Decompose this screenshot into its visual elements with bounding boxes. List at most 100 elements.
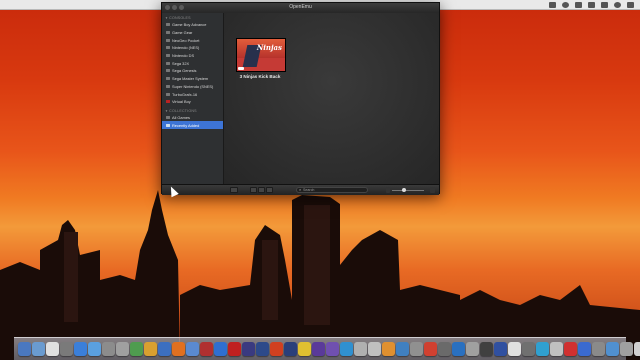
collections-section-header[interactable]: ▼ COLLECTIONS (165, 109, 223, 113)
game-title[interactable]: 3 Ninjas Kick Back (228, 74, 292, 79)
snes-icon (166, 84, 170, 88)
dock-app-icon[interactable] (18, 342, 31, 356)
dock-app-icon[interactable] (172, 342, 185, 356)
dock-app-icon[interactable] (242, 342, 255, 356)
32x-icon (166, 61, 170, 65)
dock-app-icon[interactable] (102, 342, 115, 356)
add-button[interactable] (230, 187, 238, 193)
status-menu-icon[interactable] (549, 1, 556, 8)
recent-icon (166, 123, 170, 127)
dock-app-icon[interactable] (326, 342, 339, 356)
battery-icon[interactable] (588, 1, 595, 8)
disclosure-triangle-icon: ▼ (165, 108, 169, 113)
search-input[interactable]: ⌕ Search (296, 187, 368, 193)
sidebar-item-32x[interactable]: Sega 32X (162, 59, 223, 67)
dock-app-icon[interactable] (480, 342, 493, 356)
dock-app-icon[interactable] (634, 342, 640, 356)
dock-app-icon[interactable] (186, 342, 199, 356)
dock-app-icon[interactable] (522, 342, 535, 356)
game-boxart[interactable]: Ninjas (236, 38, 286, 72)
dock-app-icon[interactable] (200, 342, 213, 356)
nes-icon (166, 46, 170, 50)
dock-app-icon[interactable] (228, 342, 241, 356)
gba-icon (166, 23, 170, 27)
sidebar-item-snes[interactable]: Super Nintendo (SNES) (162, 83, 223, 91)
dock-app-icon[interactable] (382, 342, 395, 356)
dock-app-icon[interactable] (620, 342, 633, 356)
sidebar: ▼ CONSOLES Game Boy Advance Game Gear Ne… (162, 13, 224, 184)
genesis-icon (166, 69, 170, 73)
game-library-grid: Ninjas 3 Ninjas Kick Back (224, 13, 439, 184)
dock-app-icon[interactable] (396, 342, 409, 356)
clock-icon[interactable] (601, 1, 608, 8)
zoom-in-icon[interactable] (430, 187, 435, 193)
dock-app-icon[interactable] (32, 342, 45, 356)
dock-app-icon[interactable] (60, 342, 73, 356)
virtualboy-icon (166, 100, 170, 104)
sidebar-item-neogeo-pocket[interactable]: NeoGeo Pocket (162, 36, 223, 44)
gamegear-icon (166, 31, 170, 35)
bottom-toolbar: ⌕ Search (162, 184, 439, 195)
dock-app-icon[interactable] (368, 342, 381, 356)
dock-app-icon[interactable] (494, 342, 507, 356)
list-view-icon[interactable] (266, 187, 273, 193)
dock-app-icon[interactable] (564, 342, 577, 356)
all-games-icon (166, 115, 170, 119)
dock-app-icon[interactable] (284, 342, 297, 356)
sidebar-item-gamegear[interactable]: Game Gear (162, 29, 223, 37)
spotlight-icon[interactable] (614, 1, 621, 8)
dock-app-icon[interactable] (256, 342, 269, 356)
dock-app-icon[interactable] (312, 342, 325, 356)
dock-app-icon[interactable] (88, 342, 101, 356)
dock-app-icon[interactable] (438, 342, 451, 356)
dock-app-icon[interactable] (466, 342, 479, 356)
dock-app-icon[interactable] (452, 342, 465, 356)
sidebar-item-turbografx[interactable]: TurboGrafx-16 (162, 90, 223, 98)
sidebar-item-virtual-boy[interactable]: Virtual Boy (162, 98, 223, 106)
dock-app-icon[interactable] (536, 342, 549, 356)
dock-app-icon[interactable] (354, 342, 367, 356)
dock-app-icon[interactable] (116, 342, 129, 356)
dock-app-icon[interactable] (508, 342, 521, 356)
volume-icon[interactable] (575, 1, 582, 8)
dock-app-icon[interactable] (592, 342, 605, 356)
sidebar-item-recently-added[interactable]: Recently Added (162, 121, 223, 129)
dock-app-icon[interactable] (298, 342, 311, 356)
dock-app-icon[interactable] (340, 342, 353, 356)
sidebar-item-ds[interactable]: Nintendo DS (162, 52, 223, 60)
sidebar-item-gba[interactable]: Game Boy Advance (162, 21, 223, 29)
consoles-section-header[interactable]: ▼ CONSOLES (165, 16, 223, 20)
dock-app-icon[interactable] (144, 342, 157, 356)
flow-view-icon[interactable] (258, 187, 265, 193)
dock-app-icon[interactable] (410, 342, 423, 356)
sidebar-item-genesis[interactable]: Sega Genesis (162, 67, 223, 75)
zoom-out-icon[interactable] (386, 187, 390, 193)
dock (14, 337, 640, 360)
boxart-title-text: Ninjas (256, 43, 282, 52)
tg16-icon (166, 92, 170, 96)
sidebar-item-all-games[interactable]: All Games (162, 114, 223, 122)
ds-icon (166, 54, 170, 58)
dock-app-icon[interactable] (550, 342, 563, 356)
dock-app-icon[interactable] (606, 342, 619, 356)
dock-app-icon[interactable] (74, 342, 87, 356)
sms-icon (166, 77, 170, 81)
notification-center-icon[interactable] (627, 1, 634, 8)
sidebar-item-nes[interactable]: Nintendo (NES) (162, 44, 223, 52)
zoom-slider-knob[interactable] (402, 188, 406, 192)
zoom-slider[interactable] (392, 190, 424, 191)
dock-app-icon[interactable] (270, 342, 283, 356)
dock-app-icon[interactable] (46, 342, 59, 356)
openemu-window: OpenEmu ▼ CONSOLES Game Boy Advance Game… (161, 2, 440, 195)
dock-app-icon[interactable] (158, 342, 171, 356)
dock-app-icon[interactable] (424, 342, 437, 356)
dock-app-icon[interactable] (214, 342, 227, 356)
play-badge-icon (238, 67, 244, 70)
search-icon: ⌕ (299, 187, 302, 192)
disclosure-triangle-icon: ▼ (165, 16, 169, 20)
dock-app-icon[interactable] (578, 342, 591, 356)
grid-view-icon[interactable] (250, 187, 257, 193)
sidebar-item-master-system[interactable]: Sega Master System (162, 75, 223, 83)
dock-app-icon[interactable] (130, 342, 143, 356)
wifi-icon[interactable] (562, 1, 569, 8)
